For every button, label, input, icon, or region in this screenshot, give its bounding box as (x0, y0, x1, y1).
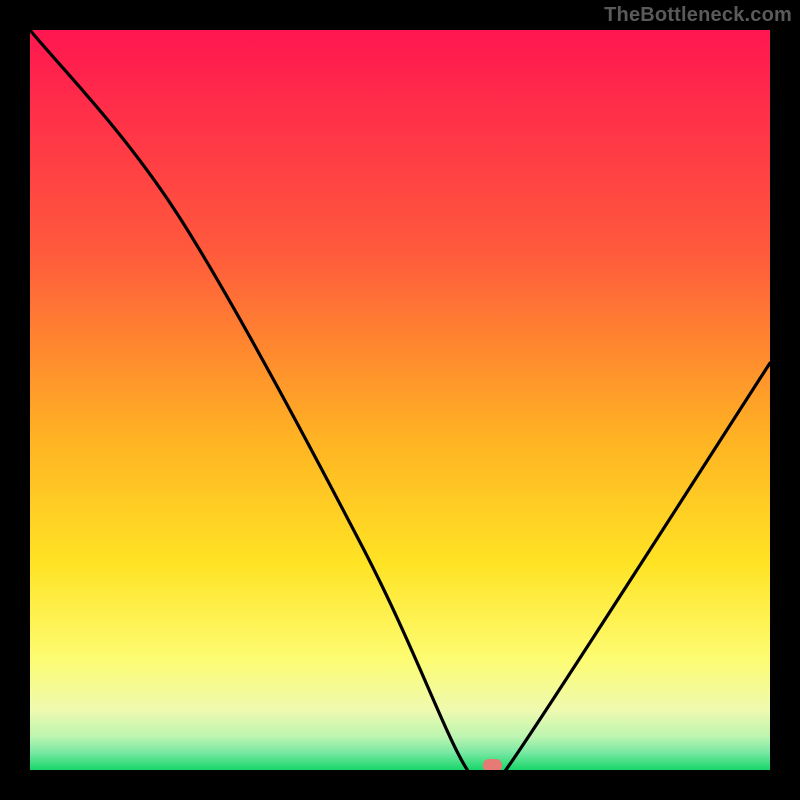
chart-container: TheBottleneck.com (0, 0, 800, 800)
plot-area (30, 30, 770, 770)
curve-line (30, 30, 770, 770)
optimal-marker (483, 759, 502, 770)
watermark-text: TheBottleneck.com (604, 4, 792, 27)
